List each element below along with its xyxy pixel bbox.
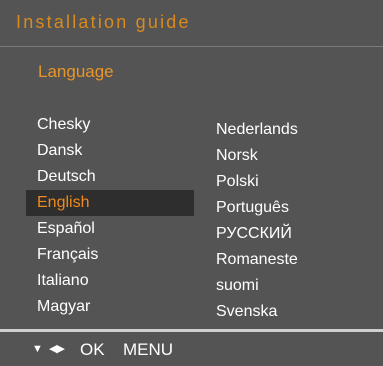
installation-guide-window: Installation guide Language Chesky Dansk… xyxy=(0,0,383,366)
page-title: Installation guide xyxy=(16,12,191,32)
down-arrow-icon: ▼ xyxy=(32,343,43,355)
language-option-suomi[interactable]: suomi xyxy=(216,273,366,299)
language-option-dansk[interactable]: Dansk xyxy=(26,138,194,164)
language-option-nederlands[interactable]: Nederlands xyxy=(216,117,366,143)
language-option-deutsch[interactable]: Deutsch xyxy=(26,164,194,190)
language-option-espanol[interactable]: Español xyxy=(26,216,194,242)
language-option-russian[interactable]: РУССКИЙ xyxy=(216,221,366,247)
language-option-english[interactable]: English xyxy=(26,190,194,216)
language-list-left: Chesky Dansk Deutsch English Español Fra… xyxy=(26,112,194,320)
language-option-romaneste[interactable]: Romaneste xyxy=(216,247,366,273)
language-option-magyar[interactable]: Magyar xyxy=(26,294,194,320)
title-divider xyxy=(0,46,383,47)
left-right-arrows-icon: ◀▶ xyxy=(49,343,65,355)
language-option-francais[interactable]: Français xyxy=(26,242,194,268)
language-option-italiano[interactable]: Italiano xyxy=(26,268,194,294)
language-option-portugues[interactable]: Português xyxy=(216,195,366,221)
language-list-right: Nederlands Norsk Polski Português РУССКИ… xyxy=(216,117,366,325)
language-option-norsk[interactable]: Norsk xyxy=(216,143,366,169)
language-option-polski[interactable]: Polski xyxy=(216,169,366,195)
section-heading: Language xyxy=(38,62,114,81)
menu-hint: MENU xyxy=(123,340,174,359)
language-option-svenska[interactable]: Svenska xyxy=(216,299,366,325)
ok-hint: OK xyxy=(80,340,105,359)
language-option-chesky[interactable]: Chesky xyxy=(26,112,194,138)
title-bar: Installation guide xyxy=(0,0,383,46)
navigation-hint-bar: ▼ ◀▶ OK MENU xyxy=(0,332,383,366)
